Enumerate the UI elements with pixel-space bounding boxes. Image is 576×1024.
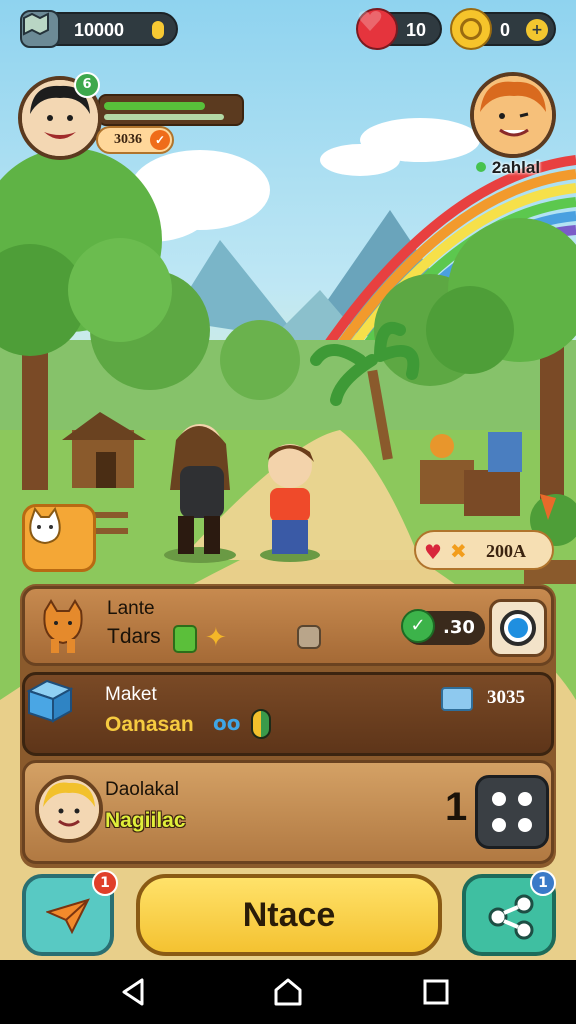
play-button[interactable]: Ntace: [136, 874, 442, 956]
panel-value: 3035: [487, 687, 525, 708]
level-badge: 6: [74, 72, 100, 98]
panel-subtitle: Oanasan: [105, 713, 194, 736]
check-icon: ✓: [150, 130, 170, 150]
heart-icon: [356, 8, 398, 50]
panel-market[interactable]: Maket Oanasan oo 3035: [22, 672, 554, 756]
xp-track: [104, 114, 224, 120]
reward-badge: ✓ .30: [401, 609, 485, 645]
panel-subtitle: Tdars: [107, 625, 161, 648]
pet-button[interactable]: [22, 504, 96, 572]
messages-button[interactable]: 1: [22, 870, 118, 956]
dice-count: 1: [445, 785, 468, 829]
gold-coin-icon: [450, 8, 492, 50]
panel-title: Lante: [107, 598, 155, 619]
heart-counter[interactable]: 10: [356, 8, 442, 50]
heart-count: 10: [406, 20, 427, 40]
xp-label-pill: 3036 ✓: [96, 126, 174, 154]
panel-icon-text: oo: [213, 711, 241, 735]
add-gold-button[interactable]: +: [526, 19, 548, 41]
back-icon[interactable]: [118, 976, 150, 1008]
xp-label: 3036: [114, 132, 142, 147]
system-navigation-bar: [0, 960, 576, 1024]
gold-count: 0: [500, 20, 511, 40]
paper-plane-icon: [46, 898, 90, 934]
share-button[interactable]: 1: [462, 870, 556, 956]
cross-icon: ✖: [450, 539, 467, 563]
envelope-icon: [441, 687, 473, 711]
check-shield-icon: ✓: [401, 609, 435, 643]
cat-icon: [29, 507, 61, 545]
share-icon: [488, 894, 534, 940]
cube-icon: [26, 679, 74, 723]
character-avatar: [35, 775, 103, 843]
target-icon: [508, 618, 528, 638]
xp-fill: [104, 102, 205, 110]
coin-count: 10000: [74, 20, 125, 40]
star-icon: ✦: [205, 623, 227, 653]
recents-icon[interactable]: [420, 976, 452, 1008]
potion-icon: [173, 625, 197, 653]
half-coin-icon: [251, 709, 271, 739]
map-icon: [20, 10, 60, 48]
reward-value: .30: [443, 617, 475, 638]
panel-subtitle: Nagiilac: [105, 809, 186, 832]
gold-counter[interactable]: 0 +: [450, 8, 556, 50]
friend-avatar[interactable]: [470, 72, 556, 158]
messages-badge: 1: [92, 870, 118, 896]
panel-title: Daolakal: [105, 779, 179, 800]
panel-title: Maket: [105, 684, 157, 705]
share-badge: 1: [530, 870, 556, 896]
friend-name: 2ahlal: [491, 158, 541, 177]
fox-icon: [43, 599, 83, 653]
home-icon[interactable]: [272, 976, 304, 1008]
dice-button[interactable]: [475, 775, 549, 849]
panel-daily[interactable]: Daolakal Nagiilac 1: [22, 760, 554, 864]
coin-icon: [152, 21, 164, 39]
coin-counter[interactable]: 10000: [20, 10, 178, 48]
target-button[interactable]: [489, 599, 547, 657]
chip-icon: [297, 625, 321, 649]
panel-pets[interactable]: Lante Tdars ✦ ✓ .30: [22, 586, 554, 666]
score-value: 200A: [486, 541, 526, 561]
xp-bar: [98, 94, 244, 126]
heart-icon: ♥: [424, 540, 442, 564]
score-pill: ♥ ✖ 200A: [414, 530, 554, 570]
game-scene: 10000 10 0 + 6 3036 ✓ 2ahlal ♥ ✖ 200A La…: [0, 0, 576, 960]
